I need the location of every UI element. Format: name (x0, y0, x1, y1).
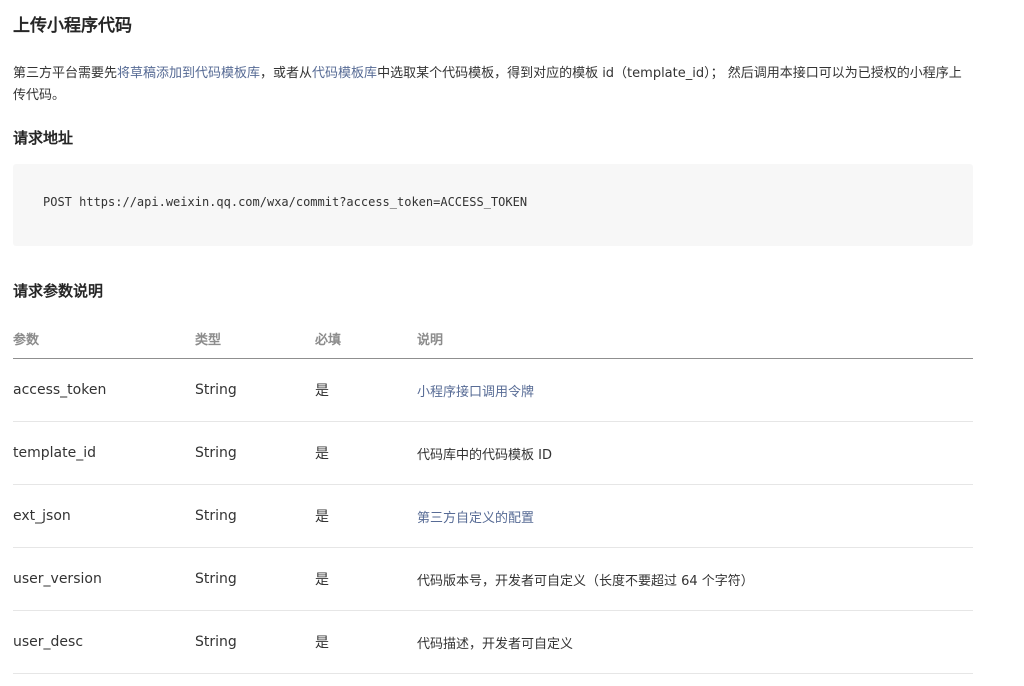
params-table: 参数 类型 必填 说明 access_token String 是 小程序接口调… (13, 318, 973, 674)
table-row: ext_json String 是 第三方自定义的配置 (13, 484, 973, 548)
section-heading-request-url: 请求地址 (13, 129, 74, 147)
intro-paragraph: 第三方平台需要先将草稿添加到代码模板库，或者从代码模板库中选取某个代码模板，得到… (13, 63, 973, 107)
param-description-cell: 第三方自定义的配置 (417, 484, 973, 548)
header-param: 参数 (13, 318, 195, 359)
table-row: access_token String 是 小程序接口调用令牌 (13, 358, 973, 422)
intro-text-1: 第三方平台需要先 (13, 66, 118, 81)
param-description: 代码描述，开发者可自定义 (417, 610, 973, 674)
access-token-desc-link[interactable]: 小程序接口调用令牌 (417, 385, 534, 400)
header-type: 类型 (195, 318, 315, 359)
header-description: 说明 (417, 318, 973, 359)
param-description: 代码版本号，开发者可自定义（长度不要超过 64 个字符） (417, 547, 973, 611)
param-name: user_desc (13, 610, 195, 674)
intro-text-2: ，或者从 (260, 66, 313, 81)
param-name: access_token (13, 358, 195, 422)
param-type: String (195, 421, 315, 485)
param-name: user_version (13, 547, 195, 611)
param-description: 代码库中的代码模板 ID (417, 421, 973, 485)
param-required: 是 (315, 610, 417, 674)
param-type: String (195, 358, 315, 422)
param-required: 是 (315, 421, 417, 485)
section-heading-request-params: 请求参数说明 (13, 282, 104, 300)
page-title: 上传小程序代码 (13, 16, 132, 36)
param-type: String (195, 610, 315, 674)
request-url-code: POST https://api.weixin.qq.com/wxa/commi… (43, 195, 528, 209)
table-row: user_version String 是 代码版本号，开发者可自定义（长度不要… (13, 547, 973, 611)
header-required: 必填 (315, 318, 417, 359)
param-description-cell: 小程序接口调用令牌 (417, 358, 973, 422)
param-type: String (195, 484, 315, 548)
ext-json-desc-link[interactable]: 第三方自定义的配置 (417, 511, 534, 526)
table-header-row: 参数 类型 必填 说明 (13, 318, 973, 359)
request-code-block: POST https://api.weixin.qq.com/wxa/commi… (13, 164, 973, 246)
param-name: template_id (13, 421, 195, 485)
param-type: String (195, 547, 315, 611)
param-required: 是 (315, 358, 417, 422)
table-row: template_id String 是 代码库中的代码模板 ID (13, 421, 973, 485)
param-name: ext_json (13, 484, 195, 548)
param-required: 是 (315, 547, 417, 611)
code-template-library-link[interactable]: 代码模板库 (312, 66, 377, 81)
table-row: user_desc String 是 代码描述，开发者可自定义 (13, 610, 973, 674)
param-required: 是 (315, 484, 417, 548)
add-draft-to-template-link[interactable]: 将草稿添加到代码模板库 (117, 66, 260, 81)
